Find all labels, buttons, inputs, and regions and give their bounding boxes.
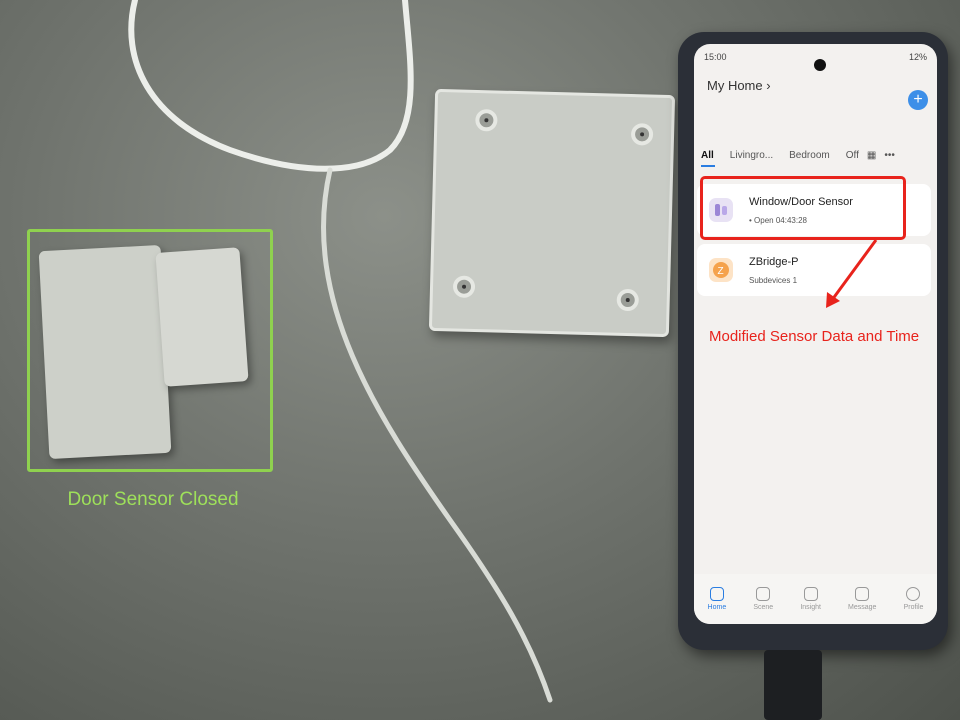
annotation-text: Modified Sensor Data and Time (709, 328, 920, 345)
usb-cable-plug (764, 650, 822, 720)
annotation-arrow (826, 239, 878, 308)
photo-scene: Door Sensor Closed 15:00 12% My Home › +… (0, 0, 960, 720)
